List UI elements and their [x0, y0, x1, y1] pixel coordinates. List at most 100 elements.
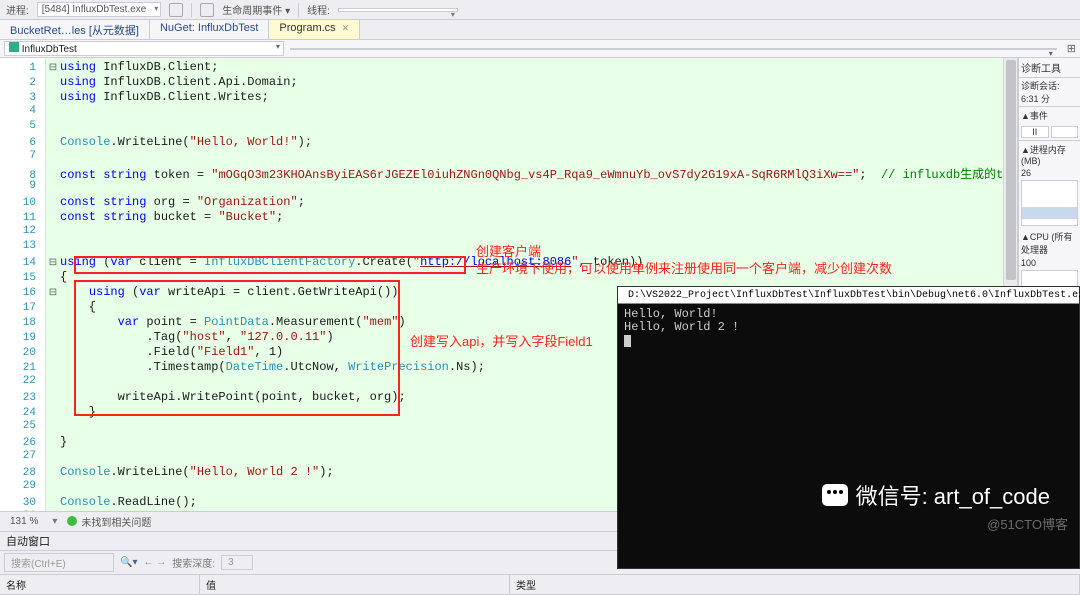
- line-number: 24: [0, 407, 46, 419]
- search-depth-label: 搜索深度:: [172, 555, 215, 570]
- line-number: 2: [0, 77, 46, 89]
- line-number: 29: [0, 480, 46, 492]
- process-combo[interactable]: [5484] InfluxDbTest.exe: [37, 2, 162, 17]
- col-name[interactable]: 名称: [0, 575, 200, 594]
- code-line[interactable]: 12: [0, 225, 1003, 240]
- diag-mem-graph: [1021, 180, 1078, 226]
- line-number: 10: [0, 197, 46, 209]
- diag-blank-button[interactable]: [1051, 126, 1079, 138]
- search-depth-input[interactable]: 3: [221, 555, 253, 570]
- console-body: Hello, World! Hello, World 2 !: [618, 304, 1079, 351]
- line-number: 13: [0, 240, 46, 252]
- line-number: 31: [0, 510, 46, 511]
- code-line[interactable]: 2 using InfluxDB.Client.Api.Domain;: [0, 75, 1003, 90]
- auto-search-input[interactable]: 搜索(Ctrl+E): [4, 553, 114, 572]
- line-number: 15: [0, 272, 46, 284]
- col-type[interactable]: 类型: [510, 575, 1080, 594]
- document-tabs: BucketRet…les [从元数据] NuGet: InfluxDbTest…: [0, 20, 1080, 40]
- line-number: 5: [0, 120, 46, 132]
- fold-toggle-icon[interactable]: ⊟: [46, 287, 60, 299]
- line-number: 9: [0, 180, 46, 192]
- project-selector[interactable]: InfluxDbTest: [4, 41, 284, 56]
- diag-mem-value: 26: [1019, 168, 1080, 178]
- code-line[interactable]: 10 const string org = "Organization";: [0, 195, 1003, 210]
- lifecycle-label[interactable]: 生命周期事件 ▾: [222, 2, 290, 17]
- thread-combo[interactable]: [338, 8, 458, 12]
- line-number: 14: [0, 257, 46, 269]
- diag-session-label: 诊断会话: 6:31 分: [1021, 81, 1060, 104]
- code-text[interactable]: const string org = "Organization";: [60, 195, 1003, 209]
- debug-toolbar: 进程: [5484] InfluxDbTest.exe 生命周期事件 ▾ 线程:: [0, 0, 1080, 20]
- line-number: 17: [0, 302, 46, 314]
- auto-columns-header: 名称 值 类型: [0, 575, 1080, 595]
- diag-pause-button[interactable]: II: [1021, 126, 1049, 138]
- code-line[interactable]: 11 const string bucket = "Bucket";: [0, 210, 1003, 225]
- line-number: 3: [0, 92, 46, 104]
- cycle-icon[interactable]: [169, 3, 183, 17]
- auto-window-title: 自动窗口: [6, 533, 50, 549]
- watermark-credit: @51CTO博客: [987, 514, 1068, 533]
- line-number: 16: [0, 287, 46, 299]
- tab-nuget[interactable]: NuGet: InfluxDbTest: [150, 20, 269, 39]
- line-number: 12: [0, 225, 46, 237]
- code-text[interactable]: using InfluxDB.Client.Writes;: [60, 90, 1003, 104]
- line-number: 18: [0, 317, 46, 329]
- code-text[interactable]: const string bucket = "Bucket";: [60, 210, 1003, 224]
- col-value[interactable]: 值: [200, 575, 510, 594]
- line-number: 20: [0, 347, 46, 359]
- member-selector[interactable]: [290, 48, 1057, 50]
- line-number: 1: [0, 62, 46, 74]
- thread-label: 线程:: [307, 2, 330, 17]
- watermark-wechat: 微信号: art_of_code: [822, 479, 1050, 511]
- tab-close-icon[interactable]: ✕: [342, 23, 350, 33]
- code-line[interactable]: 6 Console.WriteLine("Hello, World!");: [0, 135, 1003, 150]
- diag-title: 诊断工具: [1019, 58, 1080, 78]
- annotation-label-1-sub: 生产环境下使用，可以使用单例来注册使用同一个客户端，减少创建次数: [476, 258, 892, 277]
- line-number: 25: [0, 420, 46, 432]
- line-number: 21: [0, 362, 46, 374]
- console-title-bar[interactable]: D:\VS2022_Project\InfluxDbTest\InfluxDbT…: [618, 287, 1079, 304]
- line-number: 7: [0, 150, 46, 162]
- code-line[interactable]: 5: [0, 120, 1003, 135]
- line-number: 30: [0, 497, 46, 509]
- console-cursor: [624, 335, 631, 347]
- console-title-text: D:\VS2022_Project\InfluxDbTest\InfluxDbT…: [628, 290, 1080, 301]
- wechat-icon: [822, 484, 848, 506]
- project-icon: [9, 42, 19, 52]
- search-icon[interactable]: 🔍▾: [120, 557, 137, 568]
- code-text[interactable]: using InfluxDB.Client;: [60, 60, 1003, 74]
- status-ok-icon: [67, 516, 77, 526]
- code-line[interactable]: 7: [0, 150, 1003, 165]
- tab-bucketret[interactable]: BucketRet…les [从元数据]: [0, 20, 150, 39]
- code-line[interactable]: 1⊟using InfluxDB.Client;: [0, 60, 1003, 75]
- code-line[interactable]: 8const string token = "mOGqO3m23KHOAnsBy…: [0, 165, 1003, 180]
- line-number: 27: [0, 450, 46, 462]
- code-line[interactable]: 9: [0, 180, 1003, 195]
- diag-cpu-label: ▲CPU (所有处理器: [1019, 228, 1080, 258]
- no-issues-label: 未找到相关问题: [81, 518, 151, 529]
- diag-cpu-value: 100: [1019, 258, 1080, 268]
- code-line[interactable]: 3 using InfluxDB.Client.Writes;: [0, 90, 1003, 105]
- code-text[interactable]: using InfluxDB.Client.Api.Domain;: [60, 75, 1003, 89]
- tab-program-cs[interactable]: Program.cs✕: [269, 20, 360, 39]
- line-number: 22: [0, 375, 46, 387]
- line-number: 6: [0, 137, 46, 149]
- process-label: 进程:: [6, 2, 29, 17]
- zoom-level[interactable]: 131 %: [6, 516, 42, 527]
- line-number: 4: [0, 105, 46, 117]
- code-line[interactable]: 4: [0, 105, 1003, 120]
- doc-member-selector: InfluxDbTest ⊞: [0, 40, 1080, 58]
- fold-toggle-icon[interactable]: ⊟: [46, 62, 60, 74]
- line-number: 28: [0, 467, 46, 479]
- diag-mem-label: ▲进程内存 (MB): [1019, 141, 1080, 168]
- pause-icon[interactable]: [200, 3, 214, 17]
- split-icon[interactable]: ⊞: [1063, 42, 1080, 55]
- diag-events-label: ▲事件: [1019, 107, 1080, 124]
- line-number: 11: [0, 212, 46, 224]
- fold-toggle-icon[interactable]: ⊟: [46, 257, 60, 269]
- line-number: 26: [0, 437, 46, 449]
- line-number: 19: [0, 332, 46, 344]
- code-text[interactable]: Console.WriteLine("Hello, World!");: [60, 135, 1003, 149]
- code-text[interactable]: const string token = "mOGqO3m23KHOAnsByi…: [60, 165, 1018, 182]
- line-number: 23: [0, 392, 46, 404]
